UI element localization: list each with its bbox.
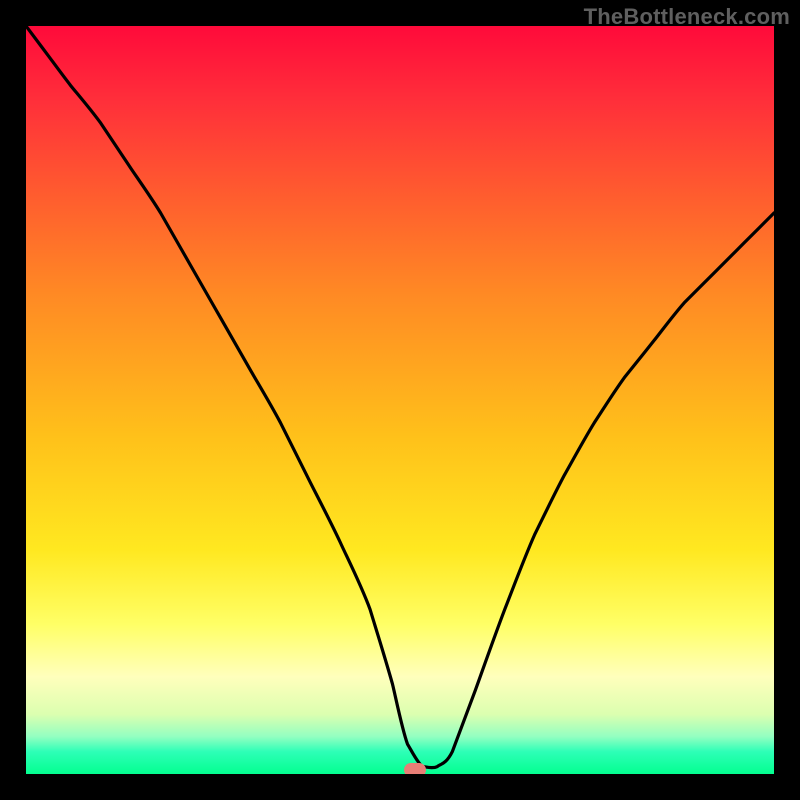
bottleneck-curve (26, 26, 774, 774)
watermark-text: TheBottleneck.com (584, 4, 790, 30)
plot-area (26, 26, 774, 774)
optimal-point-marker (404, 763, 426, 775)
chart-frame: TheBottleneck.com (0, 0, 800, 800)
